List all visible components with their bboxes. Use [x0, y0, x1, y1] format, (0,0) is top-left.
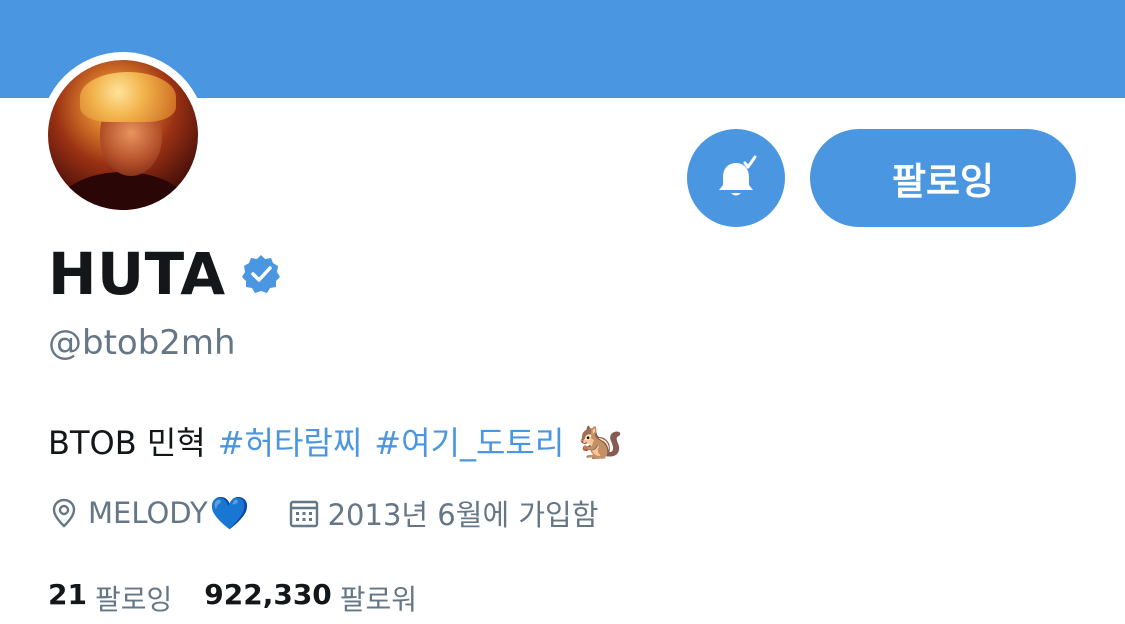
avatar-shoulder: [58, 172, 188, 210]
verified-badge-icon: [241, 255, 280, 293]
profile-meta: MELODY 💙 2013년 6월에 가입함: [48, 492, 598, 534]
notification-button[interactable]: [687, 129, 785, 227]
hashtag-link[interactable]: #여기_도토리: [374, 418, 564, 464]
avatar-hair: [80, 72, 176, 122]
avatar[interactable]: [48, 60, 198, 210]
name-row: HUTA: [48, 240, 282, 308]
bio: BTOB 민혁 #허타람찌 #여기_도토리 🐿️: [48, 418, 623, 464]
following-stat[interactable]: 21 팔로잉: [48, 578, 172, 618]
following-count: 21: [48, 578, 87, 611]
location-pin-icon: [52, 498, 76, 528]
location-text: MELODY: [88, 496, 208, 530]
followers-stat[interactable]: 922,330 팔로워: [204, 578, 417, 618]
display-name: HUTA: [48, 240, 226, 308]
followers-count: 922,330: [204, 578, 332, 611]
hashtag-link[interactable]: #허타람찌: [218, 418, 363, 464]
following-label: 팔로잉: [94, 583, 173, 616]
blue-heart-emoji: 💙: [209, 494, 250, 532]
followers-label: 팔로워: [339, 583, 418, 616]
chipmunk-emoji: 🐿️: [578, 421, 624, 462]
bell-check-icon: [719, 155, 757, 196]
bio-text: BTOB 민혁: [48, 424, 206, 462]
join-date: 2013년 6월에 가입함: [327, 498, 599, 532]
user-handle: @btob2mh: [48, 323, 236, 363]
following-button[interactable]: 팔로잉: [810, 129, 1076, 227]
calendar-icon: [289, 500, 318, 528]
follow-stats: 21 팔로잉 922,330 팔로워: [48, 578, 417, 618]
